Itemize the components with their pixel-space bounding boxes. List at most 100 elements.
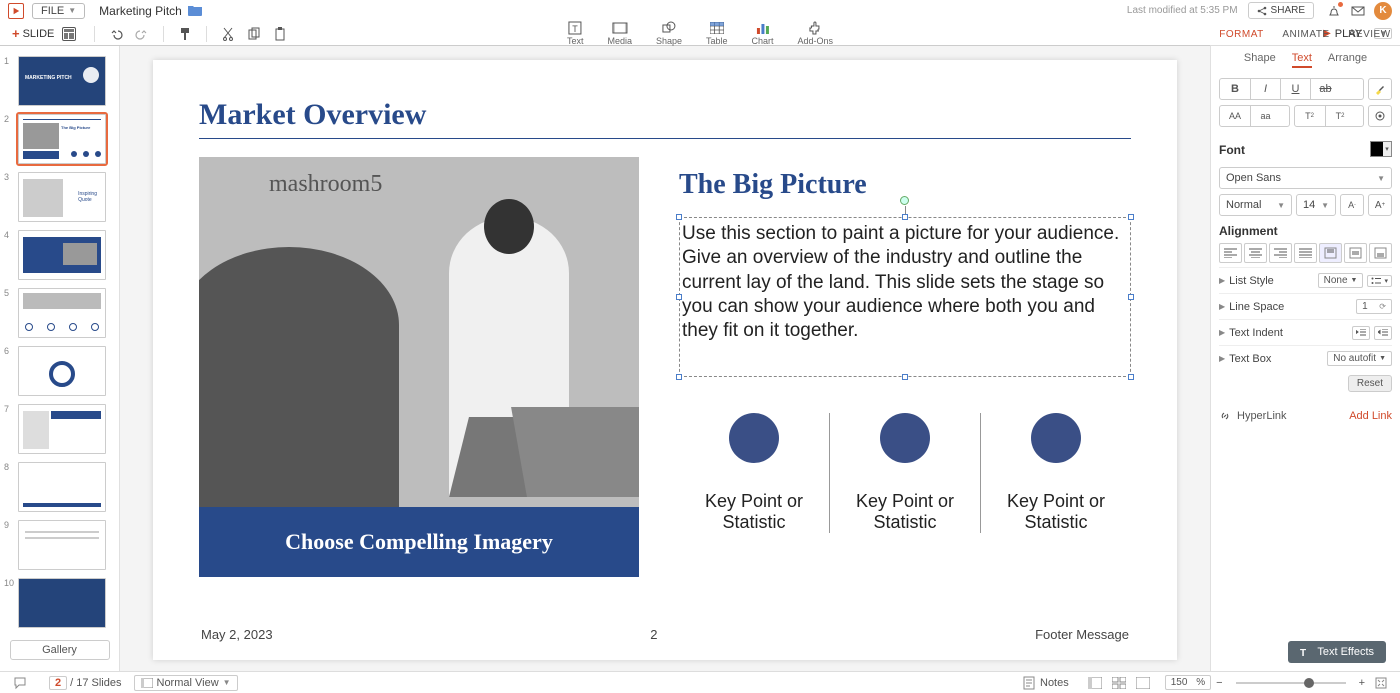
font-color-picker[interactable]: ▾ — [1370, 141, 1392, 157]
strike-button[interactable]: ab — [1310, 79, 1340, 99]
copy-button[interactable] — [246, 26, 262, 42]
decrease-font-button[interactable]: A- — [1341, 195, 1363, 215]
bullet-type-button[interactable]: ▾ — [1367, 275, 1392, 287]
font-family-select[interactable]: Open Sans▼ — [1219, 167, 1392, 189]
align-justify-button[interactable] — [1294, 243, 1317, 263]
zoom-out-button[interactable]: − — [1216, 677, 1222, 689]
line-space-label[interactable]: Line Space — [1229, 301, 1284, 313]
resize-handle-se[interactable] — [1128, 374, 1134, 380]
footer-date[interactable]: May 2, 2023 — [201, 627, 273, 642]
text-indent-label[interactable]: Text Indent — [1229, 327, 1283, 339]
thumb-10[interactable] — [18, 578, 106, 628]
resize-handle-ne[interactable] — [1128, 214, 1134, 220]
tab-review[interactable]: REVIEW — [1348, 29, 1390, 40]
align-left-button[interactable] — [1219, 243, 1242, 263]
body-paragraph[interactable]: Use this section to paint a picture for … — [682, 222, 1128, 344]
font-size-select[interactable]: 14▼ — [1296, 194, 1336, 216]
subtab-shape[interactable]: Shape — [1244, 52, 1276, 68]
zoom-slider-knob[interactable] — [1304, 678, 1314, 688]
italic-button[interactable]: I — [1250, 79, 1280, 99]
thumb-1[interactable]: MARKETING PITCH — [18, 56, 106, 106]
user-avatar[interactable]: K — [1374, 2, 1392, 20]
list-style-select[interactable]: None▼ — [1318, 273, 1364, 288]
font-style-select[interactable]: Normal▼ — [1219, 194, 1292, 216]
paste-button[interactable] — [272, 26, 288, 42]
image-block[interactable]: mashroom5 Choose Compelling Imagery — [199, 157, 639, 577]
insert-shape-button[interactable]: Shape — [656, 21, 682, 46]
insert-table-button[interactable]: Table — [706, 21, 728, 46]
line-space-input[interactable]: 1 ⟳ — [1356, 299, 1392, 314]
comments-icon[interactable] — [13, 676, 27, 690]
file-menu-button[interactable]: FILE ▼ — [32, 3, 85, 19]
subtab-arrange[interactable]: Arrange — [1328, 52, 1367, 68]
key-point-2[interactable]: Key Point orStatistic — [829, 413, 980, 533]
reset-button[interactable]: Reset — [1348, 375, 1392, 392]
rotate-handle[interactable] — [900, 196, 909, 205]
cut-button[interactable] — [220, 26, 236, 42]
footer-message[interactable]: Footer Message — [1035, 627, 1129, 642]
thumb-9[interactable] — [18, 520, 106, 570]
text-settings-button[interactable] — [1369, 106, 1391, 126]
share-button[interactable]: SHARE — [1248, 2, 1314, 19]
text-box-autofit-select[interactable]: No autofit▼ — [1327, 351, 1392, 366]
notes-label[interactable]: Notes — [1040, 677, 1069, 689]
resize-handle-e[interactable] — [1128, 294, 1134, 300]
thumb-7[interactable] — [18, 404, 106, 454]
thumb-4[interactable] — [18, 230, 106, 280]
add-link-button[interactable]: Add Link — [1349, 410, 1392, 422]
indent-decrease-button[interactable] — [1352, 326, 1370, 340]
lowercase-button[interactable]: aa — [1250, 106, 1280, 126]
resize-handle-s[interactable] — [902, 374, 908, 380]
zoom-slider[interactable] — [1236, 682, 1346, 684]
list-style-label[interactable]: List Style — [1229, 275, 1274, 287]
underline-button[interactable]: U — [1280, 79, 1310, 99]
gallery-button[interactable]: Gallery — [10, 640, 110, 660]
thumb-2[interactable]: The Big Picture — [18, 114, 106, 164]
resize-handle-nw[interactable] — [676, 214, 682, 220]
view-reading-icon[interactable] — [1136, 677, 1150, 689]
mail-icon[interactable] — [1349, 2, 1367, 20]
footer-page[interactable]: 2 — [650, 627, 657, 642]
thumb-6[interactable] — [18, 346, 106, 396]
fit-to-window-button[interactable] — [1375, 677, 1387, 689]
resize-handle-n[interactable] — [902, 214, 908, 220]
thumb-5[interactable] — [18, 288, 106, 338]
insert-chart-button[interactable]: Chart — [752, 21, 774, 46]
valign-bottom-button[interactable] — [1369, 243, 1392, 263]
new-slide-button[interactable]: + SLIDE — [8, 24, 58, 43]
text-box-label[interactable]: Text Box — [1229, 353, 1271, 365]
image-caption[interactable]: Choose Compelling Imagery — [199, 507, 639, 577]
subtab-text[interactable]: Text — [1292, 52, 1312, 68]
subscript-button[interactable]: T2 — [1325, 106, 1355, 126]
current-slide-number[interactable]: 2 — [49, 676, 67, 690]
zoom-input[interactable]: 150 % — [1165, 675, 1211, 690]
zoom-in-button[interactable]: + — [1359, 677, 1365, 689]
document-title[interactable]: Marketing Pitch — [99, 4, 182, 18]
resize-handle-w[interactable] — [676, 294, 682, 300]
notifications-icon[interactable] — [1325, 2, 1343, 20]
selected-textbox[interactable]: Use this section to paint a picture for … — [679, 217, 1131, 377]
bold-button[interactable]: B — [1220, 79, 1250, 99]
view-mode-select[interactable]: Normal View ▼ — [134, 675, 238, 691]
valign-top-button[interactable] — [1319, 243, 1342, 263]
insert-media-button[interactable]: Media — [607, 21, 632, 46]
slide-title[interactable]: Market Overview — [199, 98, 1131, 132]
superscript-button[interactable]: T2 — [1295, 106, 1325, 126]
format-painter-button[interactable] — [177, 26, 193, 42]
layout-picker-button[interactable] — [62, 27, 76, 41]
thumb-3[interactable]: InspiringQuote — [18, 172, 106, 222]
view-sorter-icon[interactable] — [1112, 677, 1126, 689]
notes-toggle[interactable] — [1023, 676, 1035, 690]
thumb-8[interactable] — [18, 462, 106, 512]
tab-animate[interactable]: ANIMATE — [1282, 29, 1329, 40]
align-center-button[interactable] — [1244, 243, 1267, 263]
redo-button[interactable] — [134, 26, 150, 42]
align-right-button[interactable] — [1269, 243, 1292, 263]
insert-addons-button[interactable]: Add-Ons — [798, 21, 834, 46]
highlight-button[interactable] — [1369, 79, 1391, 99]
indent-increase-button[interactable] — [1374, 326, 1392, 340]
key-point-1[interactable]: Key Point orStatistic — [679, 413, 829, 533]
valign-middle-button[interactable] — [1344, 243, 1367, 263]
key-point-3[interactable]: Key Point orStatistic — [980, 413, 1131, 533]
resize-handle-sw[interactable] — [676, 374, 682, 380]
